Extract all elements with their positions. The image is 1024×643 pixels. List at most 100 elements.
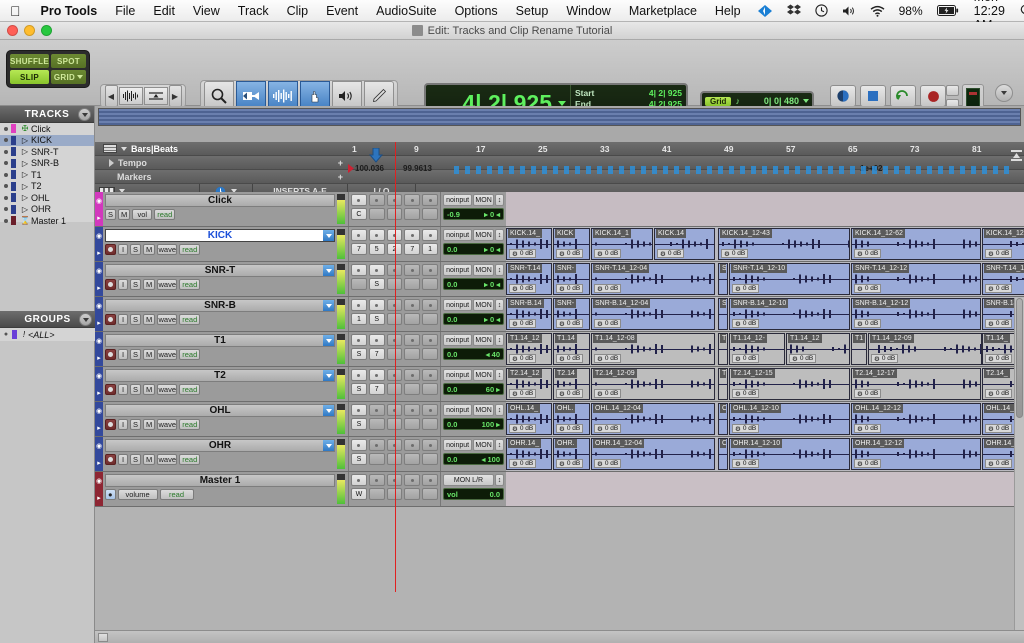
track-list-item-click[interactable]: ✠ Click	[0, 123, 94, 135]
automation-param-selector[interactable]: volume	[118, 489, 158, 500]
send-slot-b[interactable]	[369, 488, 385, 500]
track-list-item-t1[interactable]: ▷ T1	[0, 169, 94, 181]
battery-charging-icon[interactable]	[930, 5, 966, 16]
clip-name-label[interactable]: T2.14_12-09	[593, 369, 637, 378]
audio-clip[interactable]: T1.14_12⚙0 dB	[506, 333, 552, 365]
send-slot-e[interactable]	[422, 418, 438, 430]
track-name-snr-b[interactable]: SNR-B	[105, 299, 335, 312]
audio-clip[interactable]: SNR-T.14_12-10⚙0 dB	[729, 263, 850, 295]
track-record-icon[interactable]: ◉	[96, 407, 102, 415]
clip-name-label[interactable]: SNR-T.14_12-18	[984, 264, 1024, 273]
volume-field[interactable]: 0.0 ◂ 40	[443, 348, 504, 360]
record-enable-button[interactable]	[105, 454, 116, 465]
send-slot-d[interactable]	[404, 453, 420, 465]
track-expand-icon[interactable]: ▸	[97, 424, 101, 432]
audio-clip[interactable]: OHR.⚙0 dB	[553, 438, 590, 470]
insert-slot-e[interactable]	[422, 229, 438, 241]
automation-mode-button[interactable]: read	[160, 489, 194, 500]
insert-slot-b[interactable]	[369, 264, 385, 276]
clip-name-label[interactable]: KICK.14_	[508, 229, 542, 238]
track-list-item-master-1[interactable]: ⌛ Master 1	[0, 215, 94, 227]
groups-list-menu-icon[interactable]	[79, 313, 92, 326]
track-list-item-kick[interactable]: ▷ KICK	[0, 135, 94, 147]
track-show-hide-dot[interactable]	[0, 173, 11, 177]
automation-mode-button[interactable]: read	[179, 384, 200, 395]
track-name-menu-icon[interactable]	[323, 335, 334, 346]
insert-slot-a[interactable]	[351, 474, 367, 486]
input-monitor-button[interactable]: I	[118, 419, 128, 430]
track-name-kick[interactable]: KICK	[105, 229, 335, 242]
auto-button[interactable]: ↕	[495, 334, 504, 346]
audio-clip[interactable]: T1.14_12-08⚙0 dB	[591, 333, 715, 365]
send-slot-e[interactable]	[422, 453, 438, 465]
clip-gain-label[interactable]: ⚙0 dB	[854, 319, 881, 328]
audio-clip[interactable]: KICK.14⚙0 dB	[654, 228, 715, 260]
send-slot-e[interactable]	[422, 383, 438, 395]
clip-name-label[interactable]: S	[720, 299, 726, 308]
insert-slot-a[interactable]	[351, 439, 367, 451]
solo-button[interactable]: S	[130, 279, 141, 290]
audio-clip[interactable]: T1.14_12⚙0 dB	[786, 333, 850, 365]
clip-name-label[interactable]: OHR.14_	[508, 439, 541, 448]
mute-button[interactable]: M	[143, 314, 155, 325]
track-record-icon[interactable]: ◉	[96, 197, 102, 205]
toolbar-options-icon[interactable]	[995, 84, 1013, 102]
clip-gain-label[interactable]: ⚙0 dB	[721, 249, 748, 258]
edit-mode-shuffle[interactable]: SHUFFLE	[10, 54, 49, 68]
insert-slot-e[interactable]	[422, 194, 438, 206]
track-header-t2[interactable]: ◉ ▸ T2 I S M wave	[95, 367, 348, 401]
audio-clip[interactable]: T1.14⚙0 dB	[553, 333, 590, 365]
clip-name-label[interactable]: SNR-B.14_12-12	[853, 299, 910, 308]
clip-gain-label[interactable]: ⚙0 dB	[556, 354, 583, 363]
track-view-button[interactable]: wave	[157, 314, 177, 325]
audio-clip[interactable]: C	[718, 403, 728, 435]
record-enable-button[interactable]	[105, 349, 116, 360]
track-playlist-ohr[interactable]: OHR.14_⚙0 dBOHR.⚙0 dBOHR.14_12-04⚙0 dBCO…	[506, 437, 1024, 471]
track-header-snr-t[interactable]: ◉ ▸ SNR-T I S M wave	[95, 262, 348, 296]
clip-gain-label[interactable]: ⚙0 dB	[871, 354, 898, 363]
track-name-snr-t[interactable]: SNR-T	[105, 264, 335, 277]
clip-gain-label[interactable]: ⚙0 dB	[732, 424, 759, 433]
insert-slot-e[interactable]	[422, 474, 438, 486]
audio-clip[interactable]: C	[718, 438, 728, 470]
input-monitor-button[interactable]: I	[118, 314, 128, 325]
tempo-value[interactable]: 100.036	[355, 164, 384, 173]
track-list-item-ohl[interactable]: ▷ OHL	[0, 192, 94, 204]
send-slot-b[interactable]: 7	[369, 348, 385, 360]
start-value[interactable]: 4| 2| 925	[649, 88, 682, 98]
volume-field[interactable]: 0.0 ▸ 0 ◂	[443, 243, 504, 255]
audio-clip[interactable]: SNR-⚙0 dB	[553, 298, 590, 330]
clip-gain-label[interactable]: ⚙0 dB	[854, 459, 881, 468]
insert-slot-e[interactable]	[422, 404, 438, 416]
clip-gain-label[interactable]: ⚙0 dB	[732, 389, 759, 398]
send-slot-a[interactable]: C	[351, 208, 367, 220]
menu-view[interactable]: View	[184, 4, 229, 18]
solo-button[interactable]: S	[105, 209, 116, 220]
track-show-hide-dot[interactable]	[0, 127, 11, 131]
insert-slot-d[interactable]	[404, 334, 420, 346]
audio-clip[interactable]: SNR-B.14⚙0 dB	[506, 298, 552, 330]
audio-clip[interactable]: SNR-T.14_12-12⚙0 dB	[851, 263, 981, 295]
audio-clip[interactable]: T1.14_12-09 ⚙0 dB	[868, 333, 982, 365]
clip-gain-label[interactable]: ⚙0 dB	[985, 249, 1012, 258]
track-view-button[interactable]: wave	[157, 419, 177, 430]
auto-button[interactable]: ↕	[495, 229, 504, 241]
send-slot-e[interactable]	[422, 278, 438, 290]
mute-button[interactable]: M	[143, 349, 155, 360]
track-expand-icon[interactable]: ▸	[97, 459, 101, 467]
clip-gain-label[interactable]: ⚙0 dB	[854, 284, 881, 293]
send-slot-e[interactable]	[422, 348, 438, 360]
vertical-scrollbar[interactable]	[1014, 298, 1024, 630]
send-slot-d[interactable]: 7	[404, 243, 420, 255]
clip-gain-label[interactable]: ⚙0 dB	[509, 389, 536, 398]
clip-name-label[interactable]: SNR-B.14_12-04	[593, 299, 650, 308]
insert-slot-a[interactable]	[351, 404, 367, 416]
online-button[interactable]	[830, 85, 856, 107]
automation-mode-button[interactable]: read	[179, 419, 200, 430]
track-expand-icon[interactable]: ▸	[97, 284, 101, 292]
clip-name-label[interactable]: T1.14_12-09	[870, 334, 914, 343]
tempo-value[interactable]: 99.9613	[403, 164, 432, 173]
clip-gain-label[interactable]: ⚙0 dB	[509, 284, 536, 293]
clip-gain-label[interactable]: ⚙0 dB	[985, 389, 1012, 398]
auto-button[interactable]: ↕	[495, 264, 504, 276]
